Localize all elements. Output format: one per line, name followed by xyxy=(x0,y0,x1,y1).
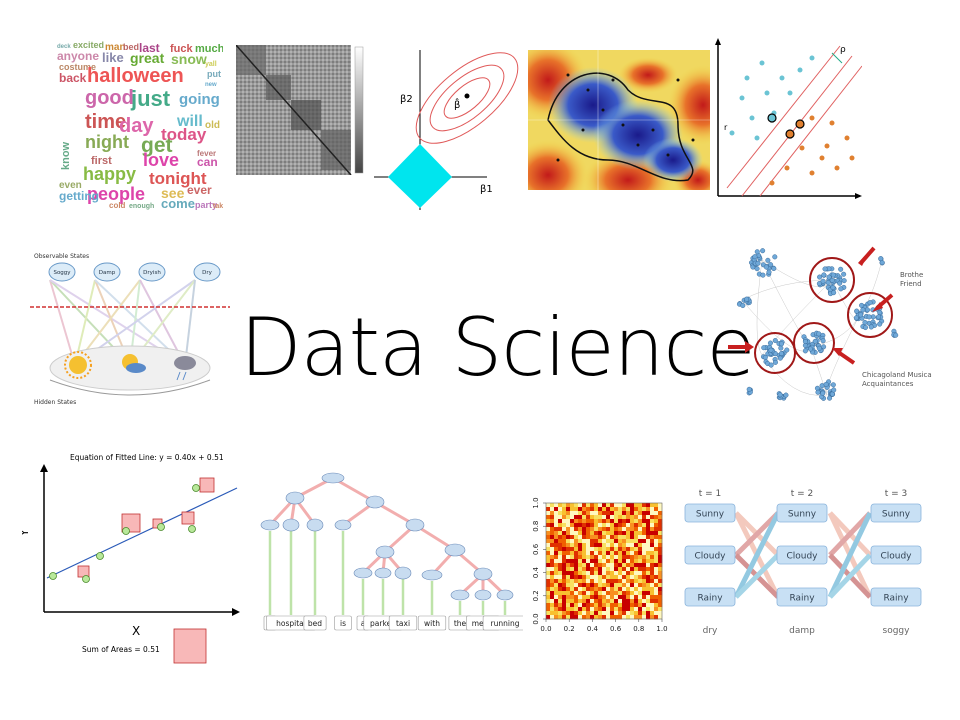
word-cloud-word: anyone xyxy=(57,49,99,63)
observable-state-label: Dry xyxy=(202,270,212,276)
parse-tree-word: bed xyxy=(308,619,322,628)
word-cloud-word: happy xyxy=(83,164,136,184)
observable-state-label: Damp xyxy=(99,270,116,276)
word-cloud-word: halloween xyxy=(87,65,184,87)
similarity-matrix xyxy=(236,45,366,175)
page-title: Data Science xyxy=(240,301,756,394)
parse-tree: ahospitalbedisaparkedtaxiwiththemeterrun… xyxy=(255,470,523,640)
network-label-acquaintances: Acquaintances xyxy=(862,380,914,388)
trellis-state-label: Cloudy xyxy=(786,552,818,562)
network-graph: Brothe Friend Chicagoland Musica Acquain… xyxy=(722,240,960,420)
word-cloud-word: just xyxy=(130,86,171,111)
trellis-state-label: Cloudy xyxy=(880,552,912,562)
heatmap-x-tick: 0.8 xyxy=(633,625,644,633)
word-cloud-word: good xyxy=(85,87,134,109)
word-cloud-word: put xyxy=(207,69,221,79)
word-cloud-word: today xyxy=(161,125,207,144)
svm-r-label: r xyxy=(724,123,728,132)
heatmap-x-tick: 1.0 xyxy=(656,625,667,633)
word-cloud-word: back xyxy=(59,71,87,85)
parse-tree-word: taxi xyxy=(396,619,410,628)
regression-equation: Equation of Fitted Line: y = 0.40x + 0.5… xyxy=(70,453,224,462)
trellis-time-label: t = 1 xyxy=(699,489,722,499)
heatmap-y-tick: 0.0 xyxy=(532,613,540,624)
observable-state-label: Dryish xyxy=(143,270,161,276)
network-label-friends: Friend xyxy=(900,280,922,288)
parse-tree-word: with xyxy=(424,619,440,628)
word-cloud-word: enough xyxy=(129,203,154,210)
parse-tree-word: running xyxy=(491,619,520,628)
regression-sum-label: Sum of Areas = 0.51 xyxy=(82,645,160,654)
beta2-label: β2 xyxy=(400,94,413,105)
beta-hat-label: β̂ xyxy=(454,97,460,111)
regression-x-label: X xyxy=(132,624,140,638)
trellis-state-label: Sunny xyxy=(882,510,911,520)
beta1-label: β1 xyxy=(480,184,493,195)
hidden-states-label: Hidden States xyxy=(34,399,76,406)
trellis-time-label: t = 3 xyxy=(885,489,908,499)
heatmap-y-tick: 0.2 xyxy=(532,590,540,601)
word-cloud-word: like xyxy=(102,50,124,65)
trellis-time-label: t = 2 xyxy=(791,489,814,499)
lasso-diagram: β2 β1 β̂ xyxy=(372,40,522,210)
hmm-diagram: Observable States Soggy Damp Dryish Dry Hid… xyxy=(30,250,230,410)
svm-rho-label: ρ xyxy=(840,45,846,55)
word-cloud: deck excited man bed last fuck much anyone like g… xyxy=(57,40,223,212)
trellis-observation-label: soggy xyxy=(883,626,911,636)
network-label-musicians: Chicagoland Musica xyxy=(862,371,932,379)
trellis-observation-label: damp xyxy=(789,626,815,636)
observable-states-label: Observable States xyxy=(34,253,89,260)
word-cloud-word: cold xyxy=(109,201,126,210)
regression-plot: Equation of Fitted Line: y = 0.40x + 0.5… xyxy=(22,448,242,670)
heatmap-y-tick: 1.0 xyxy=(532,497,540,508)
parse-tree-word: is xyxy=(340,619,346,628)
word-cloud-word: take xyxy=(213,203,223,210)
svm-diagram: ρ r xyxy=(712,38,862,200)
word-cloud-word: come xyxy=(161,196,195,211)
decision-boundary-map xyxy=(528,50,710,190)
heatmap-y-tick: 0.8 xyxy=(532,521,540,532)
word-cloud-word: yall xyxy=(205,61,217,68)
word-cloud-word: old xyxy=(205,120,220,131)
hmm-trellis: t = 1 t = 2 t = 3 Sunny Cloudy Rainy Sunny Clou… xyxy=(680,485,930,645)
heatmap-y-tick: 0.6 xyxy=(532,543,540,555)
word-cloud-word: getting xyxy=(59,189,99,203)
observable-state-label: Soggy xyxy=(53,270,71,276)
parse-tree-word: hospital xyxy=(276,619,306,628)
regression-y-label: Y xyxy=(22,529,31,537)
trellis-state-label: Rainy xyxy=(697,594,723,604)
trellis-observation-label: dry xyxy=(703,626,718,636)
trellis-state-label: Sunny xyxy=(696,510,725,520)
trellis-state-label: Cloudy xyxy=(694,552,726,562)
word-cloud-word: know xyxy=(60,141,72,170)
heatmap-x-tick: 0.0 xyxy=(540,625,551,633)
heatmap-y-tick: 0.4 xyxy=(532,566,540,578)
trellis-state-label: Rainy xyxy=(883,594,909,604)
network-label-brothers: Brothe xyxy=(900,271,923,279)
word-cloud-word: ever xyxy=(187,183,212,197)
trellis-state-label: Rainy xyxy=(789,594,815,604)
word-cloud-word: night xyxy=(85,132,129,152)
heatmap-x-tick: 0.6 xyxy=(610,625,622,633)
parse-tree-word: the xyxy=(454,619,467,628)
correlation-heatmap: 0.0 0.2 0.4 0.6 0.8 1.0 0.0 0.2 0.4 0.6 0.8 1.0 xyxy=(528,497,680,641)
word-cloud-word: love xyxy=(143,150,179,170)
heatmap-x-tick: 0.4 xyxy=(587,625,599,633)
trellis-state-label: Sunny xyxy=(788,510,817,520)
word-cloud-word: going xyxy=(179,91,220,108)
word-cloud-word: new xyxy=(205,82,217,88)
word-cloud-word: fever xyxy=(197,149,216,158)
word-cloud-word: great xyxy=(130,50,165,66)
heatmap-x-tick: 0.2 xyxy=(564,625,575,633)
